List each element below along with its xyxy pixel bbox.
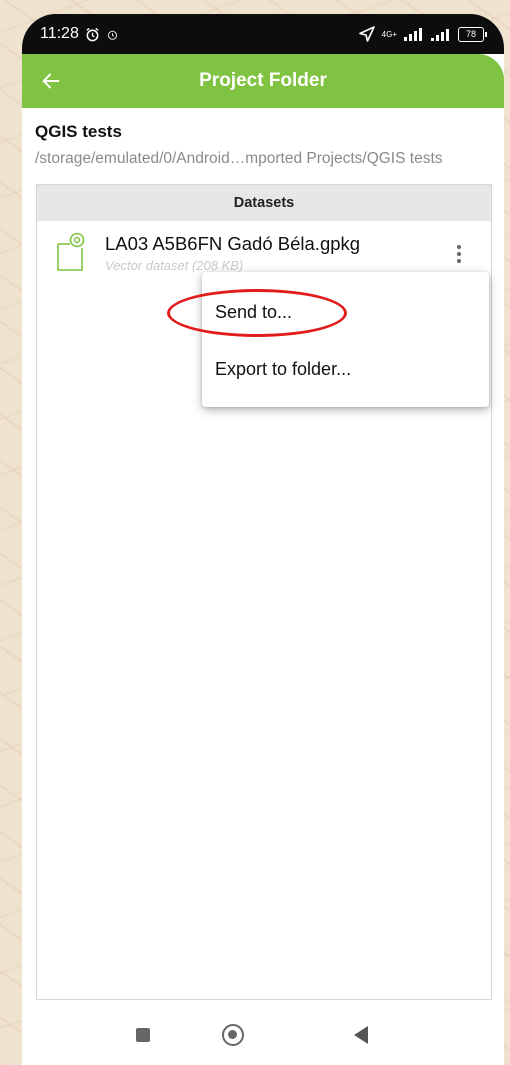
signal-icon — [404, 27, 422, 41]
nav-back-button[interactable] — [354, 1026, 368, 1044]
status-bar: 11:28 4G+ 78 — [22, 14, 504, 54]
status-time: 11:28 — [40, 25, 79, 42]
more-dot — [457, 252, 461, 256]
menu-item-send-to[interactable]: Send to... — [215, 302, 292, 323]
more-vertical-icon[interactable] — [449, 239, 469, 269]
signal-secondary-icon — [431, 28, 449, 41]
folder-path: /storage/emulated/0/Android…mported Proj… — [35, 150, 443, 167]
status-left: 11:28 — [40, 25, 119, 43]
menu-item-export-to-folder[interactable]: Export to folder... — [215, 359, 351, 380]
dataset-subtitle: Vector dataset (208 KB) — [105, 258, 244, 273]
network-type: 4G+ — [381, 29, 397, 39]
navigation-bar — [22, 1008, 504, 1065]
alarm-icon — [86, 27, 99, 41]
folder-name: QGIS tests — [35, 122, 122, 141]
status-right: 4G+ 78 — [358, 26, 487, 42]
page-title: Project Folder — [199, 70, 327, 91]
home-button[interactable] — [222, 1024, 244, 1046]
recents-button[interactable] — [136, 1028, 150, 1042]
location-arrow-icon — [358, 26, 375, 42]
alarm-outline-icon — [107, 30, 117, 40]
app-bar: Project Folder — [22, 54, 504, 108]
more-dot — [457, 259, 461, 263]
vector-dataset-icon — [57, 232, 85, 271]
datasets-header: Datasets — [37, 185, 491, 221]
dataset-name: LA03 A5B6FN Gadó Béla.gpkg — [105, 233, 361, 254]
phone-screen: 11:28 4G+ 78 Project Folder QGIS tests /… — [22, 14, 504, 1065]
battery-icon: 78 — [458, 26, 487, 42]
more-dot — [457, 245, 461, 249]
context-menu: Send to... Export to folder... — [202, 272, 489, 407]
